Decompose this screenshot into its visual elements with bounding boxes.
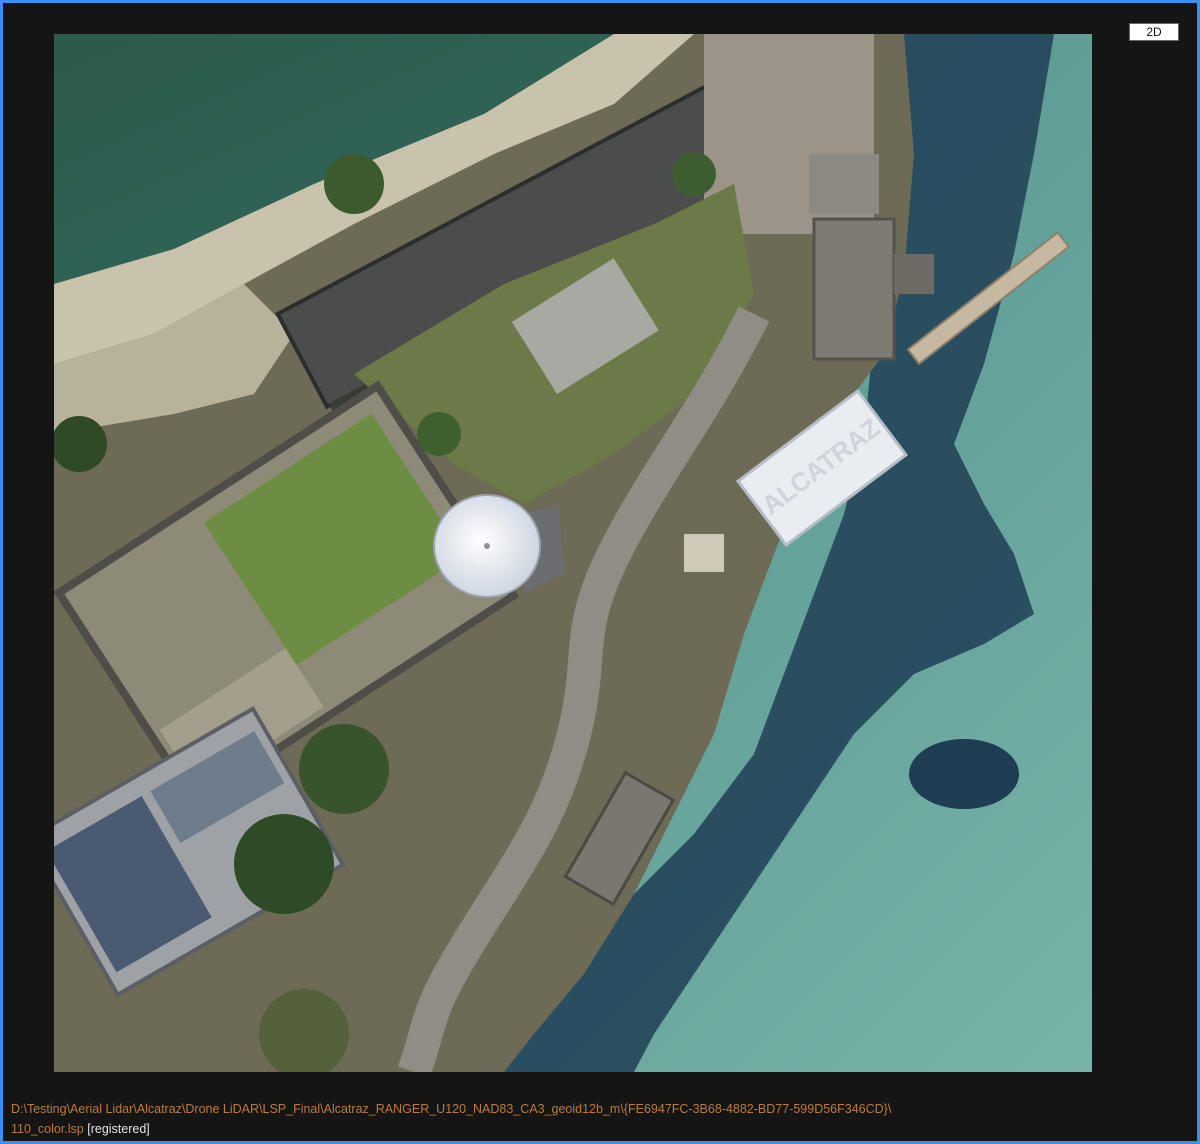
tree [417, 412, 461, 456]
dome-structure [433, 494, 564, 598]
dock-building-b [812, 217, 896, 361]
dock-building-a [809, 154, 879, 214]
tree [234, 814, 334, 914]
registration-status: [registered] [87, 1122, 150, 1136]
small-slab [684, 534, 724, 572]
shadow-blob [909, 739, 1019, 809]
aerial-image[interactable]: ALCATRAZ [54, 34, 1092, 1072]
file-path-line-1: D:\Testing\Aerial Lidar\Alcatraz\Drone L… [11, 1102, 892, 1116]
file-path-line-2: 110_color.lsp [registered] [11, 1119, 1181, 1139]
view-mode-2d-button[interactable]: 2D [1129, 23, 1179, 41]
tree [672, 152, 716, 196]
tree [299, 724, 389, 814]
point-cloud-viewport[interactable]: 2D ALCATRAZ D:\Testing\Aerial Lidar\Alca… [0, 0, 1200, 1144]
file-name: 110_color.lsp [11, 1122, 84, 1136]
file-path-label: D:\Testing\Aerial Lidar\Alcatraz\Drone L… [11, 1099, 1181, 1139]
tree [324, 154, 384, 214]
dock-building-c [894, 254, 934, 294]
